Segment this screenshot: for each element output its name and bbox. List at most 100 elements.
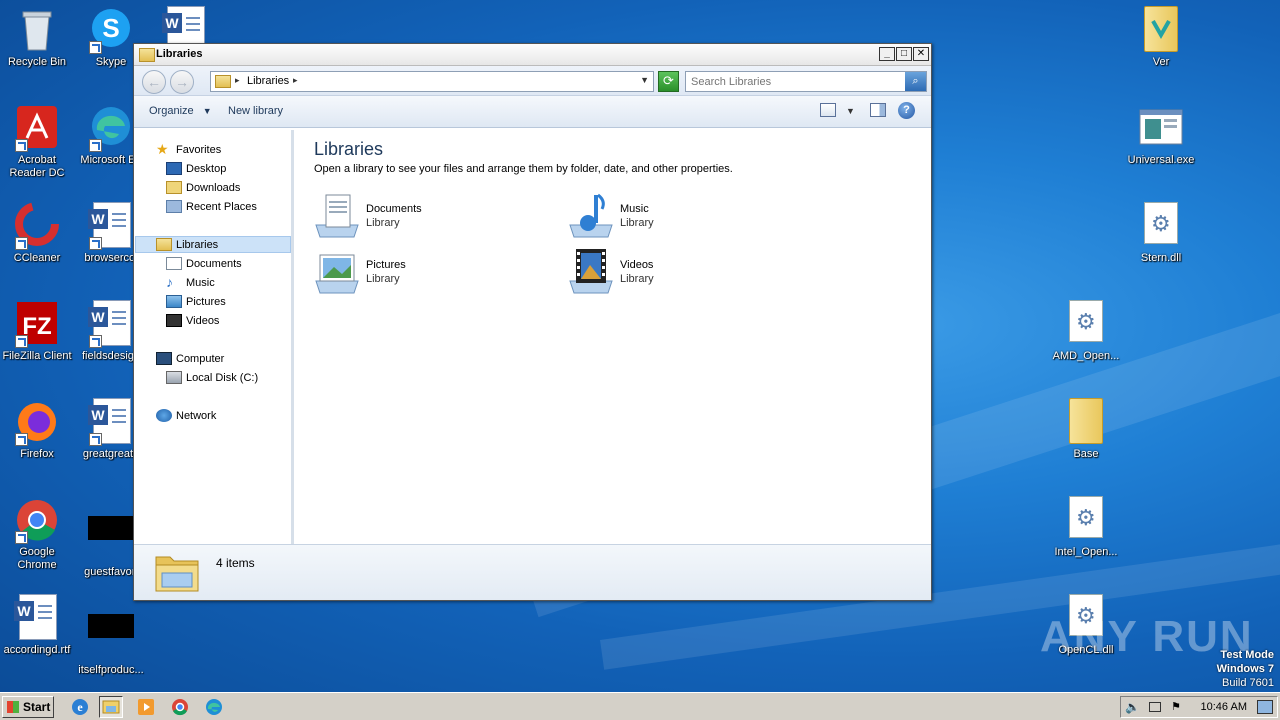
- windows-explorer-icon[interactable]: [99, 696, 123, 718]
- firefox-icon: [13, 398, 61, 446]
- navigation-pane[interactable]: ★ Favorites Desktop Downloads Recent Plac…: [134, 130, 294, 544]
- desktop-icon-base[interactable]: Base: [1049, 398, 1123, 461]
- desktop-icon-label: Universal.exe: [1127, 154, 1195, 166]
- forward-button[interactable]: →: [170, 70, 194, 94]
- library-videos[interactable]: Videos Library: [568, 249, 788, 295]
- desktop-icon-intel-open[interactable]: Intel_Open...: [1049, 496, 1123, 559]
- change-view-icon[interactable]: [820, 103, 836, 117]
- window-controls: _ □ ✕: [879, 47, 929, 61]
- breadcrumb-libraries[interactable]: Libraries: [247, 75, 289, 87]
- desktop-icon-label: Base: [1073, 448, 1099, 460]
- desktop-icon-ccleaner[interactable]: CCleaner: [0, 202, 74, 265]
- start-button[interactable]: Start: [2, 696, 54, 718]
- chrome-taskbar-icon[interactable]: [168, 696, 192, 718]
- search-icon[interactable]: ⌕: [905, 72, 926, 91]
- command-bar: Organize ▼ New library ▼ ?: [134, 96, 931, 128]
- address-row: ← → ▸ Libraries ▸ ▼ ⟳ ⌕: [134, 66, 931, 96]
- desktop-icon-itselfproduc[interactable]: itselfproduc...: [74, 594, 148, 677]
- nav-label: Recent Places: [186, 201, 257, 213]
- organize-button[interactable]: Organize ▼: [149, 105, 212, 117]
- maximize-button[interactable]: □: [896, 47, 912, 61]
- filezilla-icon: FZ: [13, 300, 61, 348]
- desktop-icon-acrobat[interactable]: Acrobat Reader DC: [0, 104, 74, 180]
- refresh-button[interactable]: ⟳: [658, 71, 679, 92]
- nav-network[interactable]: Network: [156, 408, 216, 425]
- nav-music[interactable]: ♪ Music: [166, 275, 215, 292]
- desktop-icon-universal-exe[interactable]: Universal.exe: [1124, 104, 1198, 167]
- show-desktop-icon[interactable]: [1257, 700, 1273, 714]
- library-type: Library: [620, 217, 654, 229]
- desktop-icon: [166, 161, 182, 175]
- local-disk-icon: [166, 370, 182, 384]
- chrome-icon: [13, 496, 61, 544]
- help-icon[interactable]: ?: [898, 102, 915, 119]
- nav-computer[interactable]: Computer: [156, 351, 224, 368]
- dll-icon: [1137, 202, 1185, 250]
- address-bar[interactable]: ▸ Libraries ▸ ▼: [210, 71, 654, 92]
- desktop-icon-firefox[interactable]: Firefox: [0, 398, 74, 461]
- desktop-icon-ver[interactable]: Ver: [1124, 6, 1198, 69]
- nav-recent-places[interactable]: Recent Places: [166, 199, 257, 216]
- desktop-icon-label: itselfproduc...: [78, 664, 144, 676]
- network-icon: [156, 408, 172, 422]
- nav-local-disk[interactable]: Local Disk (C:): [166, 370, 258, 387]
- new-library-button[interactable]: New library: [228, 105, 283, 117]
- dll-icon: [1062, 300, 1110, 348]
- library-music[interactable]: Music Library: [568, 193, 788, 239]
- desktop-icon-recycle-bin[interactable]: Recycle Bin: [0, 6, 74, 69]
- nav-label: Documents: [186, 258, 242, 270]
- edge-taskbar-icon[interactable]: [202, 696, 226, 718]
- nav-favorites[interactable]: ★ Favorites: [156, 142, 221, 159]
- clock[interactable]: 10:46 AM: [1201, 701, 1247, 713]
- volume-icon[interactable]: 🔈: [1125, 700, 1140, 714]
- ccleaner-icon: [13, 202, 61, 250]
- documents-library-icon: [314, 193, 360, 239]
- downloads-icon: [166, 180, 182, 194]
- nav-pictures[interactable]: Pictures: [166, 294, 226, 311]
- breadcrumb-arrow-icon[interactable]: ▸: [235, 75, 240, 86]
- desktop-icon-stern-dll[interactable]: Stern.dll: [1124, 202, 1198, 265]
- library-documents[interactable]: Documents Library: [314, 193, 534, 239]
- close-button[interactable]: ✕: [913, 47, 929, 61]
- skype-icon: S: [87, 6, 135, 54]
- desktop-icon-label: Recycle Bin: [7, 56, 67, 68]
- libraries-icon: [139, 48, 155, 62]
- nav-documents[interactable]: Documents: [166, 256, 242, 273]
- watermark-line: Build 7601: [1222, 677, 1274, 689]
- nav-libraries[interactable]: Libraries: [135, 236, 291, 253]
- library-pictures[interactable]: Pictures Library: [314, 249, 534, 295]
- internet-explorer-icon[interactable]: e: [68, 696, 92, 718]
- desktop-icon-label: CCleaner: [13, 252, 61, 264]
- libraries-icon: [215, 75, 231, 88]
- back-button[interactable]: ←: [142, 70, 166, 94]
- library-name: Music: [620, 203, 649, 215]
- nav-desktop[interactable]: Desktop: [166, 161, 226, 178]
- svg-text:e: e: [77, 700, 83, 714]
- breadcrumb-arrow-icon[interactable]: ▸: [293, 75, 298, 86]
- desktop-icon-label: accordingd.rtf: [3, 644, 71, 656]
- desktop-icon-label: Intel_Open...: [1054, 546, 1118, 558]
- desktop-icon-chrome[interactable]: Google Chrome: [0, 496, 74, 572]
- view-options-dropdown-icon[interactable]: ▼: [846, 106, 855, 116]
- search-box[interactable]: ⌕: [685, 71, 927, 92]
- minimize-button[interactable]: _: [879, 47, 895, 61]
- network-status-icon[interactable]: [1149, 702, 1161, 712]
- desktop-icon-accordingd[interactable]: accordingd.rtf: [0, 594, 74, 657]
- address-dropdown-icon[interactable]: ▼: [640, 75, 649, 85]
- nav-label: Pictures: [186, 296, 226, 308]
- desktop-icon-amd-open[interactable]: AMD_Open...: [1049, 300, 1123, 363]
- action-center-flag-icon[interactable]: ⚑: [1171, 700, 1181, 713]
- chevron-down-icon: ▼: [202, 106, 212, 116]
- nav-downloads[interactable]: Downloads: [166, 180, 240, 197]
- preview-pane-icon[interactable]: [870, 103, 886, 117]
- title-bar[interactable]: Libraries _ □ ✕: [134, 44, 931, 66]
- desktop-icon-filezilla[interactable]: FZ FileZilla Client: [0, 300, 74, 363]
- word-doc-icon: [87, 202, 135, 250]
- search-input[interactable]: [686, 72, 896, 91]
- blacked-out-icon: [87, 516, 135, 564]
- content-heading: Libraries: [314, 139, 384, 159]
- nav-videos[interactable]: Videos: [166, 313, 219, 330]
- desktop-icon-label: Acrobat Reader DC: [9, 154, 65, 179]
- explorer-window: Libraries _ □ ✕ ← → ▸ Libraries ▸ ▼ ⟳ ⌕ …: [133, 43, 932, 601]
- media-player-icon[interactable]: [134, 696, 158, 718]
